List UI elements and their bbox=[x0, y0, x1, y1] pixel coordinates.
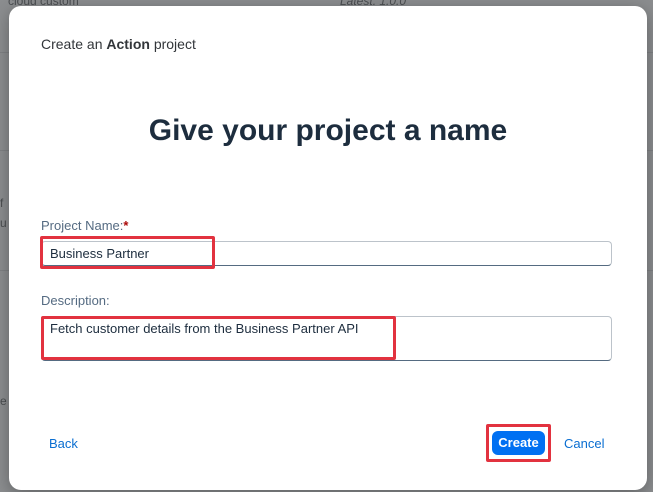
description-textarea[interactable]: Fetch customer details from the Business… bbox=[41, 316, 612, 361]
project-name-label: Project Name:* bbox=[41, 218, 128, 233]
background-text: u bbox=[0, 216, 7, 230]
create-project-dialog: Create an Action project Give your proje… bbox=[9, 6, 647, 490]
back-button[interactable]: Back bbox=[49, 436, 78, 451]
cancel-button[interactable]: Cancel bbox=[564, 436, 604, 451]
background-text: e bbox=[0, 394, 7, 408]
header-suffix: project bbox=[149, 36, 196, 52]
project-name-value: Business Partner bbox=[50, 246, 149, 261]
dialog-header: Create an Action project bbox=[41, 36, 196, 52]
description-label: Description: bbox=[41, 293, 110, 308]
header-prefix: Create an bbox=[41, 36, 107, 52]
project-name-input[interactable]: Business Partner bbox=[41, 241, 612, 266]
header-bold: Action bbox=[106, 36, 150, 52]
page-title: Give your project a name bbox=[148, 114, 508, 147]
required-marker: * bbox=[123, 218, 129, 233]
background-text: f bbox=[0, 196, 4, 210]
project-name-label-text: Project Name: bbox=[41, 218, 124, 233]
description-value: Fetch customer details from the Business… bbox=[50, 321, 359, 336]
create-button[interactable]: Create bbox=[492, 431, 545, 455]
